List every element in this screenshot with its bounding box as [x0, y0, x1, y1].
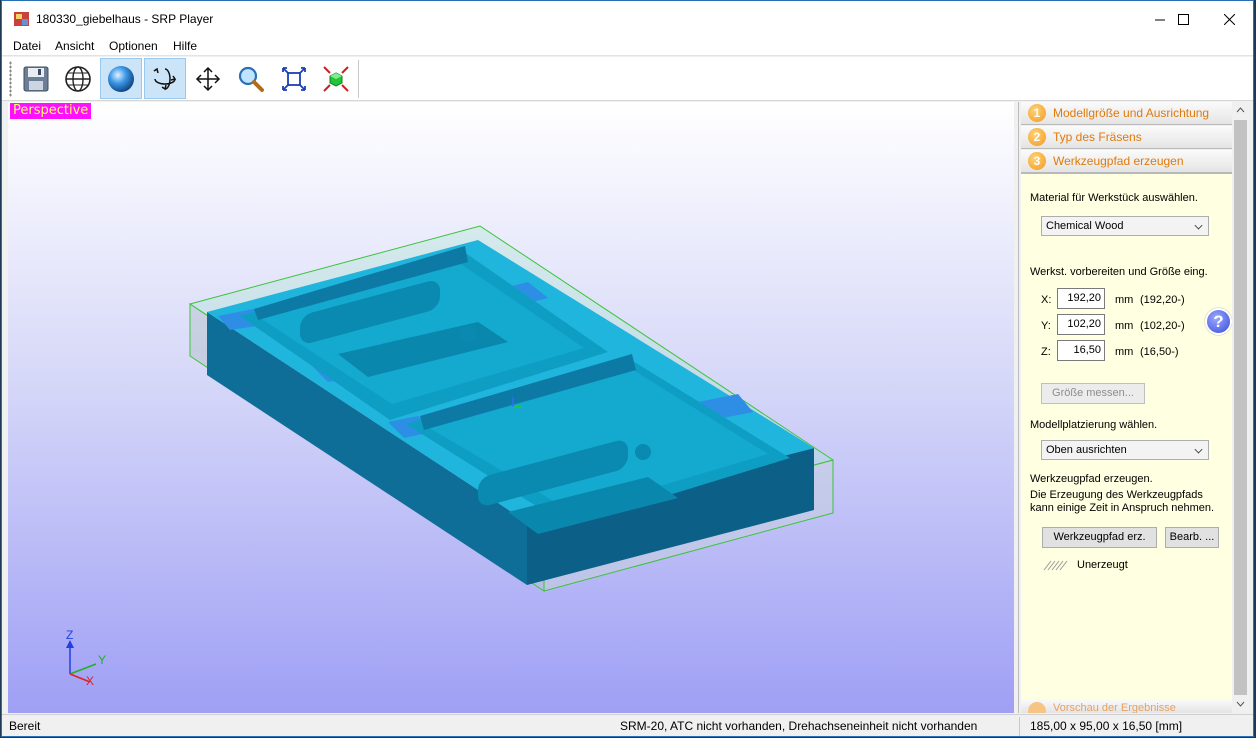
axis-y-label: Y	[98, 653, 106, 667]
zoom-button[interactable]	[230, 58, 272, 99]
chevron-down-icon	[1194, 221, 1203, 230]
center-model-button[interactable]	[315, 58, 357, 99]
status-machine: SRM-20, ATC nicht vorhanden, Drehachsene…	[620, 719, 978, 733]
menu-hilfe[interactable]: Hilfe	[173, 39, 197, 53]
material-value: Chemical Wood	[1046, 220, 1124, 232]
step-4-badge	[1028, 702, 1046, 713]
step-preview[interactable]: Vorschau der Ergebnisse	[1021, 699, 1232, 713]
placement-label: Modellplatzierung wählen.	[1030, 419, 1158, 431]
axis-z-label: Z	[66, 628, 73, 642]
toolbar	[2, 57, 1253, 101]
toolpath-status-icon	[1043, 560, 1068, 571]
shaded-view-button[interactable]	[100, 58, 142, 99]
fit-view-icon	[282, 66, 306, 91]
status-bar: Bereit SRM-20, ATC nicht vorhanden, Dreh…	[2, 714, 1253, 736]
app-icon	[14, 12, 29, 26]
fit-view-button[interactable]	[273, 58, 315, 99]
status-divider	[1019, 717, 1020, 736]
material-label: Material für Werkstück auswählen.	[1030, 192, 1198, 204]
step-create-toolpath[interactable]: 3 Werkzeugpfad erzeugen	[1021, 150, 1232, 173]
close-icon	[1223, 13, 1235, 25]
x-size-input[interactable]: 192,20	[1057, 288, 1105, 309]
zoom-icon	[238, 66, 264, 92]
window-title: 180330_giebelhaus - SRP Player	[36, 12, 214, 26]
rotate-view-icon	[153, 67, 177, 90]
stock-size-label: Werkst. vorbereiten und Größe eing.	[1030, 266, 1208, 278]
pan-button[interactable]	[187, 58, 229, 99]
step-4-label: Vorschau der Ergebnisse	[1053, 702, 1176, 713]
edit-toolpath-button[interactable]: Bearb. ...	[1165, 527, 1219, 548]
toolpath-label: Werkzeugpfad erzeugen.	[1030, 473, 1153, 485]
x-unit: mm	[1115, 294, 1134, 306]
sphere-render-icon	[108, 65, 134, 92]
y-original: (102,20-)	[1140, 320, 1185, 332]
axis-x-label: X	[86, 674, 94, 688]
help-button[interactable]: ?	[1205, 308, 1232, 335]
scroll-down-icon[interactable]	[1236, 700, 1245, 709]
center-model-icon	[323, 65, 349, 92]
z-unit: mm	[1115, 346, 1134, 358]
x-original: (192,20-)	[1140, 294, 1185, 306]
model-render[interactable]: Z Y X	[8, 102, 1014, 713]
x-label: X:	[1041, 294, 1052, 306]
step-1-badge: 1	[1028, 104, 1046, 122]
title-bar: 180330_giebelhaus - SRP Player	[2, 1, 1253, 37]
save-button[interactable]	[15, 58, 57, 99]
measure-size-button[interactable]: Größe messen...	[1041, 383, 1145, 404]
globe-button[interactable]	[57, 58, 99, 99]
toolbar-separator	[358, 60, 359, 98]
placement-select[interactable]: Oben ausrichten	[1041, 440, 1209, 460]
close-button[interactable]	[1206, 1, 1252, 37]
wizard-panel: 1 Modellgröße und Ausrichtung 2 Typ des …	[1018, 102, 1247, 713]
panel-scrollbar[interactable]	[1232, 102, 1249, 713]
toolpath-status: Unerzeugt	[1077, 559, 1128, 571]
maximize-button[interactable]	[1160, 1, 1206, 37]
menu-datei[interactable]: Datei	[13, 39, 41, 53]
step-3-content: Material für Werkstück auswählen. Chemic…	[1021, 173, 1232, 699]
toolpath-note-line2: kann einige Zeit in Anspruch nehmen.	[1030, 502, 1215, 514]
material-select[interactable]: Chemical Wood	[1041, 216, 1209, 236]
toolbar-grip[interactable]	[9, 61, 12, 97]
status-ready: Bereit	[9, 719, 41, 733]
menu-bar: Datei Ansicht Optionen Hilfe	[2, 37, 1253, 56]
scroll-up-icon[interactable]	[1236, 106, 1245, 115]
z-label: Z:	[1041, 346, 1051, 358]
pan-icon	[195, 66, 221, 91]
create-toolpath-button[interactable]: Werkzeugpfad erz.	[1042, 527, 1157, 548]
scrollbar-thumb[interactable]	[1234, 120, 1247, 695]
step-2-badge: 2	[1028, 128, 1046, 146]
toolpath-note-line1: Die Erzeugung des Werkzeugpfads	[1030, 489, 1203, 501]
app-window: 180330_giebelhaus - SRP Player Datei Ans…	[1, 0, 1254, 737]
chevron-down-icon	[1194, 445, 1203, 454]
y-size-input[interactable]: 102,20	[1057, 314, 1105, 335]
y-label: Y:	[1041, 320, 1051, 332]
3d-viewport[interactable]: Perspective Z Y X	[8, 102, 1014, 713]
y-unit: mm	[1115, 320, 1134, 332]
step-milling-type[interactable]: 2 Typ des Fräsens	[1021, 126, 1232, 149]
menu-ansicht[interactable]: Ansicht	[55, 39, 94, 53]
placement-value: Oben ausrichten	[1046, 444, 1127, 456]
step-3-badge: 3	[1028, 152, 1046, 170]
status-dimensions: 185,00 x 95,00 x 16,50 [mm]	[1030, 719, 1183, 733]
z-size-input[interactable]: 16,50	[1057, 340, 1105, 361]
save-icon	[23, 66, 49, 91]
step-model-size[interactable]: 1 Modellgröße und Ausrichtung	[1021, 102, 1232, 125]
step-1-label: Modellgröße und Ausrichtung	[1053, 106, 1210, 120]
globe-icon	[65, 65, 91, 92]
rotate-view-button[interactable]	[144, 58, 186, 99]
step-2-label: Typ des Fräsens	[1053, 130, 1142, 144]
maximize-icon	[1177, 13, 1189, 25]
step-3-label: Werkzeugpfad erzeugen	[1053, 154, 1184, 168]
z-original: (16,50-)	[1140, 346, 1179, 358]
menu-optionen[interactable]: Optionen	[109, 39, 158, 53]
